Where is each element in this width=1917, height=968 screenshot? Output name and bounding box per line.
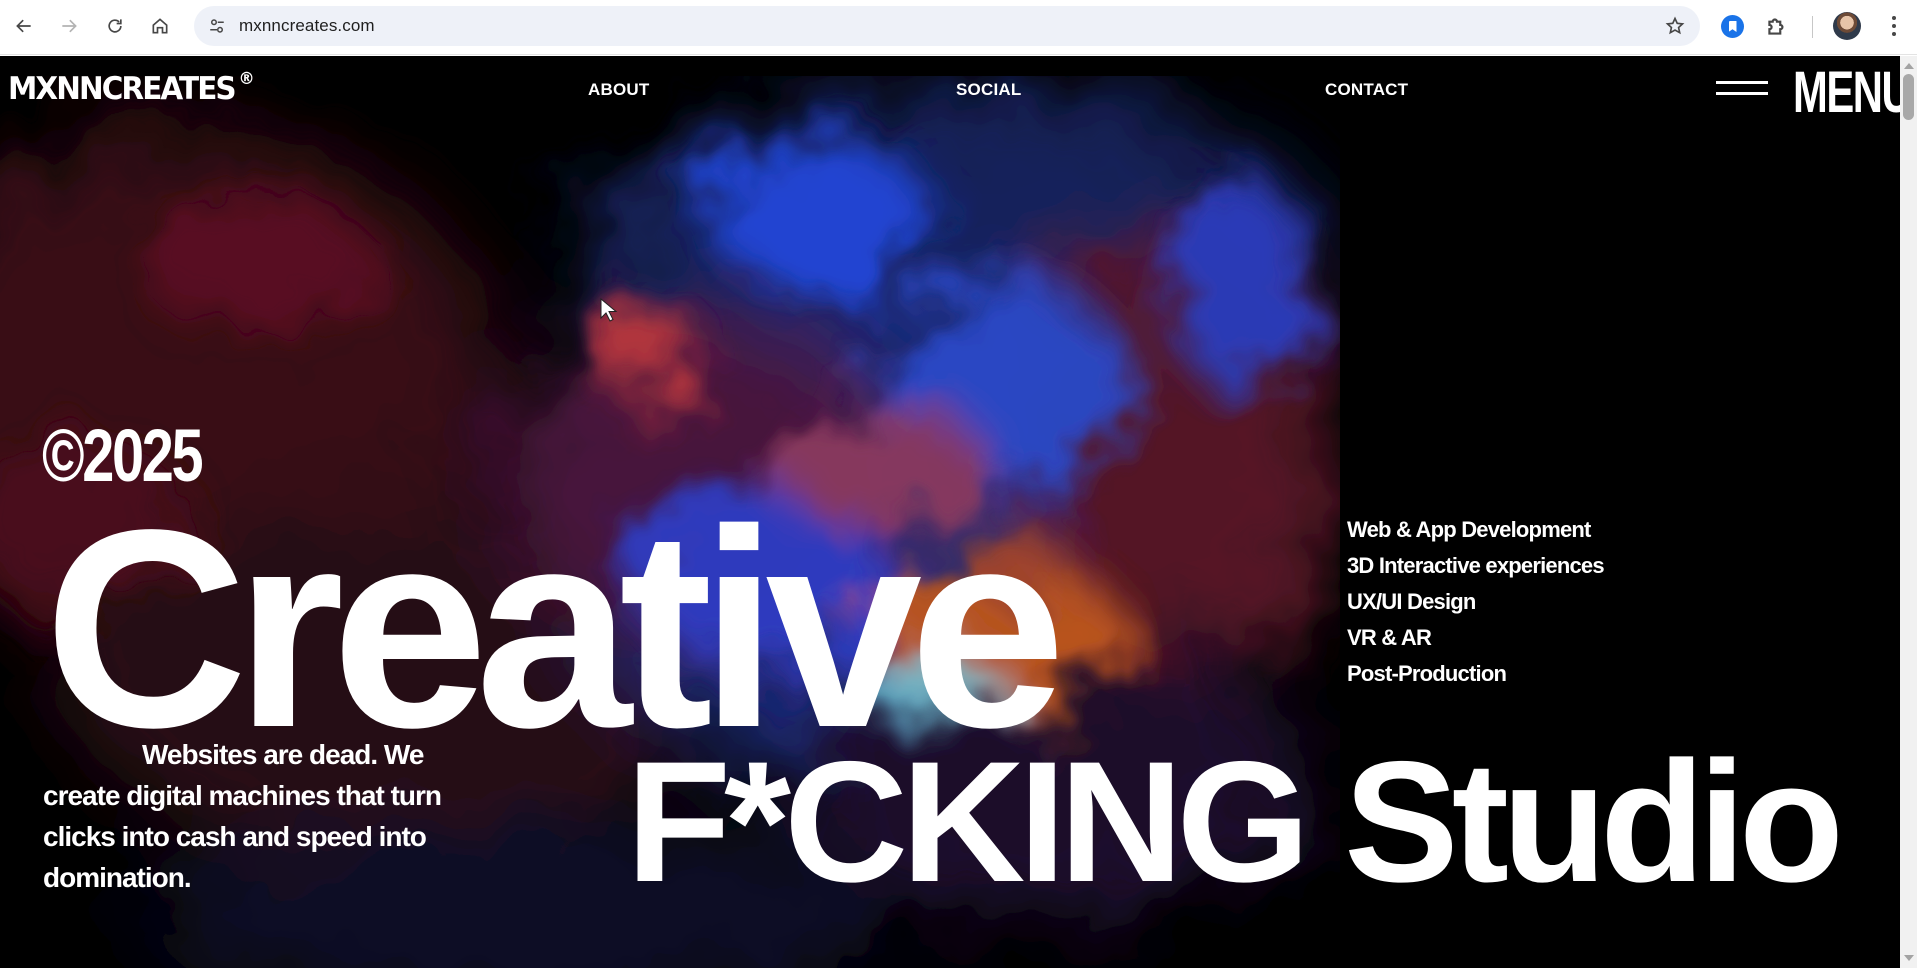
arrow-right-icon xyxy=(62,19,77,33)
avatar[interactable] xyxy=(1833,12,1861,40)
reload-icon xyxy=(108,19,122,33)
reload-button[interactable] xyxy=(99,10,131,42)
mouse-cursor-icon xyxy=(600,298,618,322)
service-item: VR & AR xyxy=(1347,625,1432,650)
service-item: 3D Interactive experiences xyxy=(1347,553,1605,578)
headline-studio: F*CKING Studio xyxy=(626,726,1844,918)
scroll-thumb[interactable] xyxy=(1903,74,1914,120)
kebab-icon[interactable] xyxy=(1886,13,1902,39)
vertical-scrollbar[interactable] xyxy=(1900,56,1917,968)
scroll-down-arrow[interactable] xyxy=(1904,955,1914,961)
bookmark-star-button[interactable] xyxy=(1662,13,1688,39)
back-button[interactable] xyxy=(8,10,40,42)
registered-mark: ® xyxy=(238,69,255,89)
url-text[interactable]: mxnncreates.com xyxy=(239,16,375,36)
page-viewport: MXNNCREATES ® ABOUT SOCIAL CONTACT MENU … xyxy=(0,56,1900,968)
arrow-left-icon xyxy=(16,19,31,33)
service-item: UX/UI Design xyxy=(1347,589,1476,614)
service-item: Web & App Development xyxy=(1347,517,1591,542)
service-item: Post-Production xyxy=(1347,661,1507,686)
site-logo[interactable]: MXNNCREATES ® xyxy=(8,69,255,107)
hero-tagline: Websites are dead. We create digital mac… xyxy=(43,739,442,893)
home-icon xyxy=(152,18,168,34)
bookmark-extension-icon[interactable] xyxy=(1721,15,1744,38)
nav-social-link[interactable]: SOCIAL xyxy=(956,80,1021,100)
tune-icon xyxy=(210,19,224,33)
toolbar-divider xyxy=(1812,16,1813,38)
home-button[interactable] xyxy=(144,10,176,42)
hamburger-menu-icon[interactable] xyxy=(1716,79,1768,99)
nav-contact-link[interactable]: CONTACT xyxy=(1325,80,1408,100)
address-bar[interactable]: mxnncreates.com xyxy=(194,6,1700,46)
logo-text: MXNNCREATES xyxy=(8,71,237,107)
menu-button[interactable]: MENU xyxy=(1793,61,1900,125)
forward-button[interactable] xyxy=(53,10,85,42)
nav-about-link[interactable]: ABOUT xyxy=(588,80,649,100)
star-icon xyxy=(1665,16,1685,35)
browser-toolbar: mxnncreates.com xyxy=(0,0,1917,55)
puzzle-icon[interactable] xyxy=(1764,13,1790,39)
services-list: Web & App Development 3D Interactive exp… xyxy=(1347,512,1605,692)
scroll-up-arrow[interactable] xyxy=(1904,63,1914,69)
site-info-button[interactable] xyxy=(202,11,232,41)
